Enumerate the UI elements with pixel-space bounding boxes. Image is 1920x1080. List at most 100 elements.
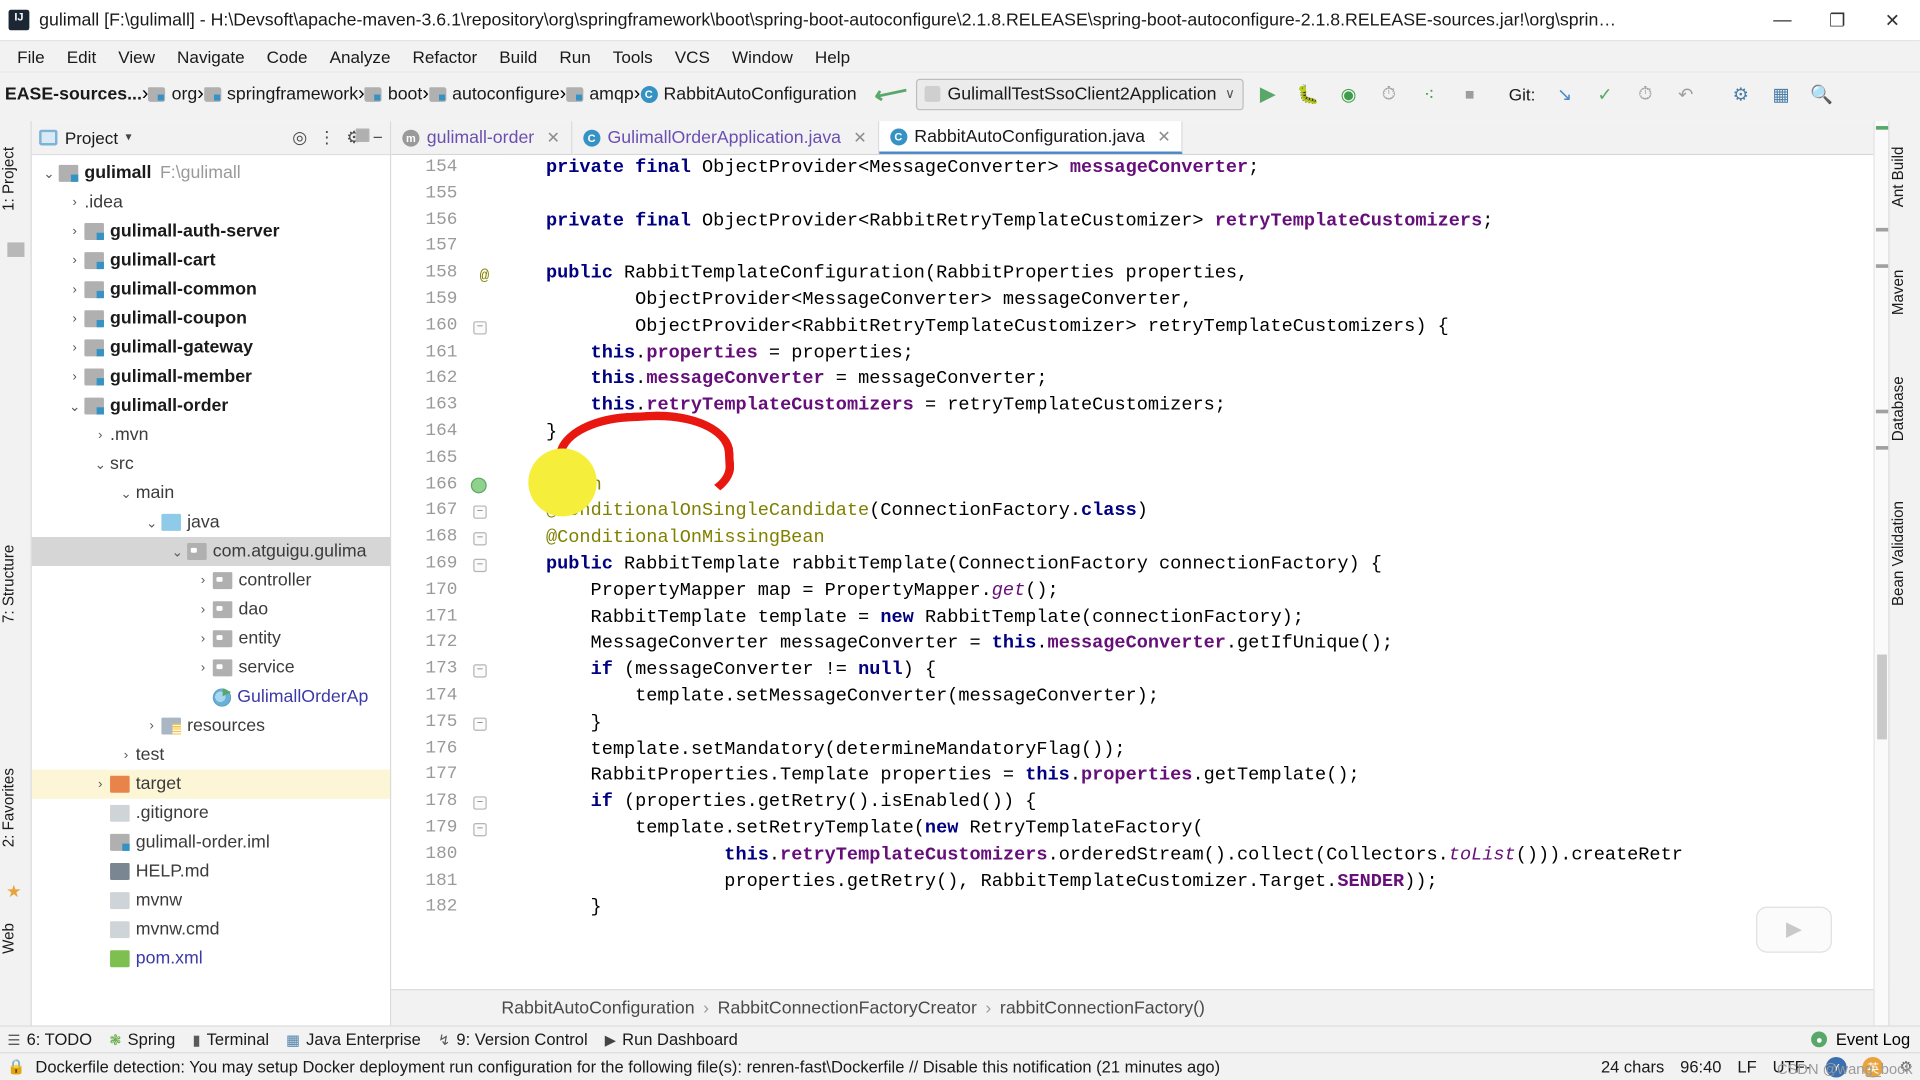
code-fold-icon[interactable]: − bbox=[473, 664, 487, 678]
code-line[interactable]: this.retryTemplateCustomizers.orderedStr… bbox=[501, 842, 1888, 868]
open-settings-icon[interactable]: ⚙ bbox=[1725, 78, 1757, 110]
lock-icon[interactable]: 🔒 bbox=[7, 1058, 25, 1075]
update-project-icon[interactable]: ↘ bbox=[1549, 78, 1581, 110]
code-line[interactable]: template.setMandatory(determineMandatory… bbox=[501, 736, 1888, 762]
collapse-all-icon[interactable]: ⋮ bbox=[318, 127, 335, 148]
line-number[interactable]: 160− bbox=[391, 314, 501, 340]
breadcrumb-item-springframework[interactable]: springframework bbox=[203, 84, 358, 104]
tool-window-java-enterprise[interactable]: ▦ Java Enterprise bbox=[286, 1030, 421, 1048]
locate-icon[interactable]: ◎ bbox=[292, 127, 307, 148]
floating-run-preview-button[interactable]: ▶ bbox=[1756, 906, 1832, 953]
scrollbar-thumb[interactable] bbox=[1877, 654, 1887, 740]
status-message[interactable]: Dockerfile detection: You may setup Dock… bbox=[35, 1058, 1220, 1076]
tree-node-java[interactable]: ⌄ java bbox=[32, 508, 390, 537]
menu-help[interactable]: Help bbox=[805, 44, 860, 68]
chevron-down-icon[interactable]: ⌄ bbox=[39, 165, 59, 182]
line-number[interactable]: 161 bbox=[391, 340, 501, 366]
chevron-right-icon[interactable]: › bbox=[65, 341, 85, 356]
code-fold-icon[interactable]: − bbox=[473, 796, 487, 810]
tool-window-terminal[interactable]: ▮ Terminal bbox=[192, 1030, 269, 1048]
code-line[interactable]: ObjectProvider<MessageConverter> message… bbox=[501, 287, 1888, 313]
chevron-right-icon[interactable]: › bbox=[193, 632, 213, 647]
tree-node-src[interactable]: ⌄ src bbox=[32, 128, 390, 479]
tree-node-pom-xml[interactable]: pom.xml bbox=[32, 944, 390, 973]
tree-node-idea[interactable]: › .idea bbox=[32, 128, 390, 217]
line-number[interactable]: 167− bbox=[391, 499, 501, 525]
code-line[interactable]: RabbitProperties.Template properties = t… bbox=[501, 763, 1888, 789]
tree-node-resources[interactable]: › resources bbox=[32, 712, 390, 741]
code-editor[interactable]: 154 155 156 157 158 @159 160−161 162 163 164 165 16… bbox=[391, 155, 1889, 990]
menu-run[interactable]: Run bbox=[550, 44, 601, 68]
menu-edit[interactable]: Edit bbox=[57, 44, 106, 68]
error-stripe-marker-bar[interactable] bbox=[1873, 121, 1889, 1026]
code-line[interactable]: private final ObjectProvider<MessageConv… bbox=[501, 155, 1888, 181]
line-number[interactable]: 171 bbox=[391, 604, 501, 630]
close-icon[interactable]: ✕ bbox=[546, 128, 559, 147]
breadcrumb-item-amqp[interactable]: amqp bbox=[566, 84, 634, 104]
code-line[interactable]: private final ObjectProvider<RabbitRetry… bbox=[501, 208, 1888, 234]
line-number[interactable]: 163 bbox=[391, 393, 501, 419]
tree-node-target[interactable]: › target bbox=[31, 769, 391, 799]
chevron-right-icon[interactable]: › bbox=[193, 573, 213, 588]
stop-icon[interactable]: ■ bbox=[1454, 78, 1486, 110]
chevron-down-icon[interactable]: ⌄ bbox=[116, 485, 136, 502]
project-tree[interactable]: ⌄ gulimall F:\gulimall › .idea › gulimall-auth… bbox=[31, 128, 391, 973]
line-number[interactable]: 181 bbox=[391, 868, 501, 894]
code-fold-icon[interactable]: − bbox=[473, 320, 487, 335]
line-number[interactable]: 182 bbox=[391, 895, 501, 921]
line-number[interactable]: 159 bbox=[391, 287, 501, 313]
breadcrumb-item-rabbitautoconfiguration[interactable]: C RabbitAutoConfiguration bbox=[640, 84, 857, 104]
line-number[interactable]: 175− bbox=[391, 710, 501, 736]
code-line[interactable]: @Bean bbox=[501, 472, 1888, 498]
breadcrumb-item-autoconfigure[interactable]: autoconfigure bbox=[428, 84, 560, 104]
minimize-button[interactable]: — bbox=[1755, 0, 1810, 41]
tree-node-gitignore[interactable]: .gitignore bbox=[32, 799, 390, 828]
search-icon[interactable]: 🔍 bbox=[1806, 78, 1838, 110]
chevron-right-icon[interactable]: › bbox=[142, 719, 162, 734]
tool-window-project[interactable]: 1: Project bbox=[0, 126, 32, 233]
code-line[interactable]: RabbitTemplate template = new RabbitTemp… bbox=[501, 604, 1888, 630]
menu-navigate[interactable]: Navigate bbox=[167, 44, 254, 68]
tree-node-gulimallorderap[interactable]: GulimallOrderAp bbox=[32, 682, 390, 711]
line-number[interactable]: 180 bbox=[391, 842, 501, 868]
line-separator[interactable]: LF bbox=[1737, 1058, 1756, 1076]
line-number[interactable]: 179− bbox=[391, 816, 501, 842]
maximize-button[interactable]: ❐ bbox=[1810, 0, 1865, 41]
code-line[interactable]: this.messageConverter = messageConverter… bbox=[501, 367, 1888, 393]
editor-breadcrumb-class[interactable]: RabbitAutoConfiguration bbox=[501, 998, 694, 1017]
line-number[interactable]: 174 bbox=[391, 684, 501, 710]
code-fold-icon[interactable]: − bbox=[473, 532, 487, 546]
code-line[interactable]: template.setRetryTemplate(new RetryTempl… bbox=[501, 816, 1888, 842]
tree-node-mvnw-cmd[interactable]: mvnw.cmd bbox=[32, 915, 390, 944]
menu-analyze[interactable]: Analyze bbox=[320, 44, 400, 68]
chevron-right-icon[interactable]: › bbox=[65, 253, 85, 268]
code-line[interactable] bbox=[501, 182, 1888, 208]
menu-code[interactable]: Code bbox=[257, 44, 317, 68]
chevron-right-icon[interactable]: › bbox=[65, 195, 85, 210]
code-line[interactable]: @ConditionalOnMissingBean bbox=[501, 525, 1888, 551]
code-fold-icon[interactable]: − bbox=[473, 558, 487, 573]
line-number[interactable]: 157 bbox=[391, 234, 501, 260]
menu-vcs[interactable]: VCS bbox=[665, 44, 720, 68]
line-number-gutter[interactable]: 154 155 156 157 158 @159 160−161 162 163 164 165 16… bbox=[391, 155, 502, 990]
spring-bean-gutter-icon[interactable] bbox=[470, 477, 487, 493]
tree-node-gulimall-gateway[interactable]: › gulimall-gateway bbox=[32, 333, 390, 362]
line-number[interactable]: 177 bbox=[391, 763, 501, 789]
tree-node-test[interactable]: › test bbox=[32, 128, 390, 770]
tree-node-com-atguigu-gulima[interactable]: ⌄ com.atguigu.gulima bbox=[31, 536, 391, 567]
tool-window-ant-build[interactable]: Ant Build bbox=[1889, 128, 1920, 225]
attach-debugger-icon[interactable]: ⁖ bbox=[1413, 78, 1445, 110]
code-fold-icon[interactable]: − bbox=[473, 505, 487, 520]
history-icon[interactable]: ⏱ bbox=[1630, 78, 1662, 110]
code-line[interactable]: ObjectProvider<RabbitRetryTemplateCustom… bbox=[501, 314, 1888, 340]
line-number[interactable]: 170 bbox=[391, 578, 501, 604]
hide-icon[interactable]: − bbox=[373, 127, 383, 148]
tool-window-bean-validation[interactable]: Bean Validation bbox=[1889, 485, 1920, 623]
close-button[interactable]: ✕ bbox=[1865, 0, 1920, 41]
line-number[interactable]: 176 bbox=[391, 736, 501, 762]
tool-window-run-dashboard[interactable]: ▶ Run Dashboard bbox=[605, 1030, 738, 1048]
chevron-down-icon[interactable]: ⌄ bbox=[168, 544, 188, 560]
code-fold-icon[interactable]: − bbox=[473, 717, 487, 731]
breadcrumb-item-sources[interactable]: EASE-sources... bbox=[0, 84, 142, 103]
tab-gulimall-order[interactable]: m gulimall-order ✕ bbox=[391, 121, 573, 154]
